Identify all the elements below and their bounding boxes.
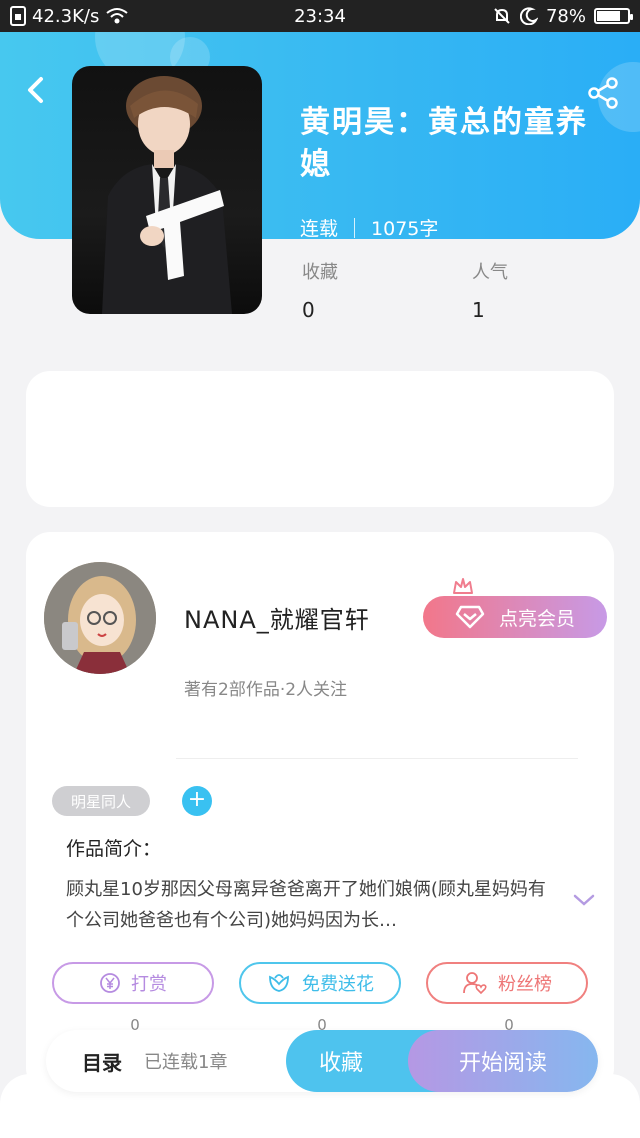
status-bar: 42.3K/s 23:34 78% [0, 0, 640, 32]
vip-label: 点亮会员 [498, 607, 575, 630]
genre-tag[interactable]: 明星同人 [52, 786, 150, 816]
stat-popularity: 人气 1 [472, 258, 508, 322]
divider [176, 758, 578, 759]
book-status: 连载 [300, 218, 339, 239]
start-reading-button[interactable]: 开始阅读 [408, 1030, 598, 1092]
battery-icon [594, 8, 633, 24]
author-summary: 著有2部作品·2人关注 [184, 680, 348, 700]
meta-divider [354, 217, 356, 238]
toc-chapter-count: 已连载1章 [144, 1052, 228, 1073]
crown-icon [453, 578, 473, 594]
table-of-contents-button[interactable]: 目录 已连载1章 [82, 1030, 227, 1092]
book-meta: 连载 1075字 [300, 214, 438, 239]
wifi-icon [106, 8, 128, 24]
toc-label: 目录 [82, 1050, 122, 1075]
stat-value: 0 [302, 298, 315, 322]
net-speed: 42.3K/s [32, 5, 100, 27]
book-cover[interactable] [72, 66, 262, 314]
send-flower-button[interactable]: 免费送花 0 [239, 962, 401, 1034]
author-name[interactable]: NANA_就耀官轩 [184, 600, 370, 635]
reward-label: 打赏 [131, 974, 167, 995]
intro-title: 作品简介： [66, 838, 162, 860]
mute-bell-icon [494, 8, 510, 24]
start-reading-label: 开始阅读 [458, 1051, 547, 1076]
reward-button[interactable]: 打赏 0 [52, 962, 214, 1034]
back-button[interactable] [18, 72, 54, 108]
blank-card [26, 371, 614, 507]
user-heart-icon [463, 972, 487, 995]
cover-illustration [102, 76, 232, 314]
book-word-count: 1075字 [371, 218, 439, 239]
flower-icon [269, 974, 289, 992]
stat-label: 收藏 [302, 262, 338, 283]
stat-label: 人气 [472, 262, 508, 283]
chevron-down-icon[interactable] [572, 892, 596, 908]
stat-value: 1 [472, 298, 485, 322]
book-title: 黄明昊：黄总的童养媳 [300, 105, 588, 182]
sim-icon [10, 6, 26, 26]
vip-button[interactable]: 点亮会员 [423, 596, 607, 638]
diamond-icon [455, 605, 485, 629]
battery-percent: 78% [545, 5, 586, 27]
stat-favorites: 收藏 0 [302, 258, 338, 322]
intro-text: 顾丸星10岁那因父母离异爸爸离开了她们娘俩(顾丸星妈妈有个公司她爸爸也有个公司)… [66, 879, 546, 931]
author-card: NANA_就耀官轩 著有2部作品·2人关注 点亮会员 明星同人 + 作品简介： … [26, 532, 614, 1092]
avatar-illustration [44, 562, 156, 674]
author-avatar[interactable] [44, 562, 156, 674]
yuan-coin-icon [100, 973, 120, 993]
add-tag-button[interactable]: + [182, 786, 212, 816]
moon-icon [519, 7, 538, 25]
bottom-action-bar: 目录 已连载1章 收藏 开始阅读 [46, 1030, 598, 1092]
send-flower-label: 免费送花 [302, 974, 374, 995]
fan-ranking-label: 粉丝榜 [498, 974, 552, 995]
favorite-label: 收藏 [318, 1051, 363, 1076]
fan-ranking-button[interactable]: 粉丝榜 0 [426, 962, 588, 1034]
